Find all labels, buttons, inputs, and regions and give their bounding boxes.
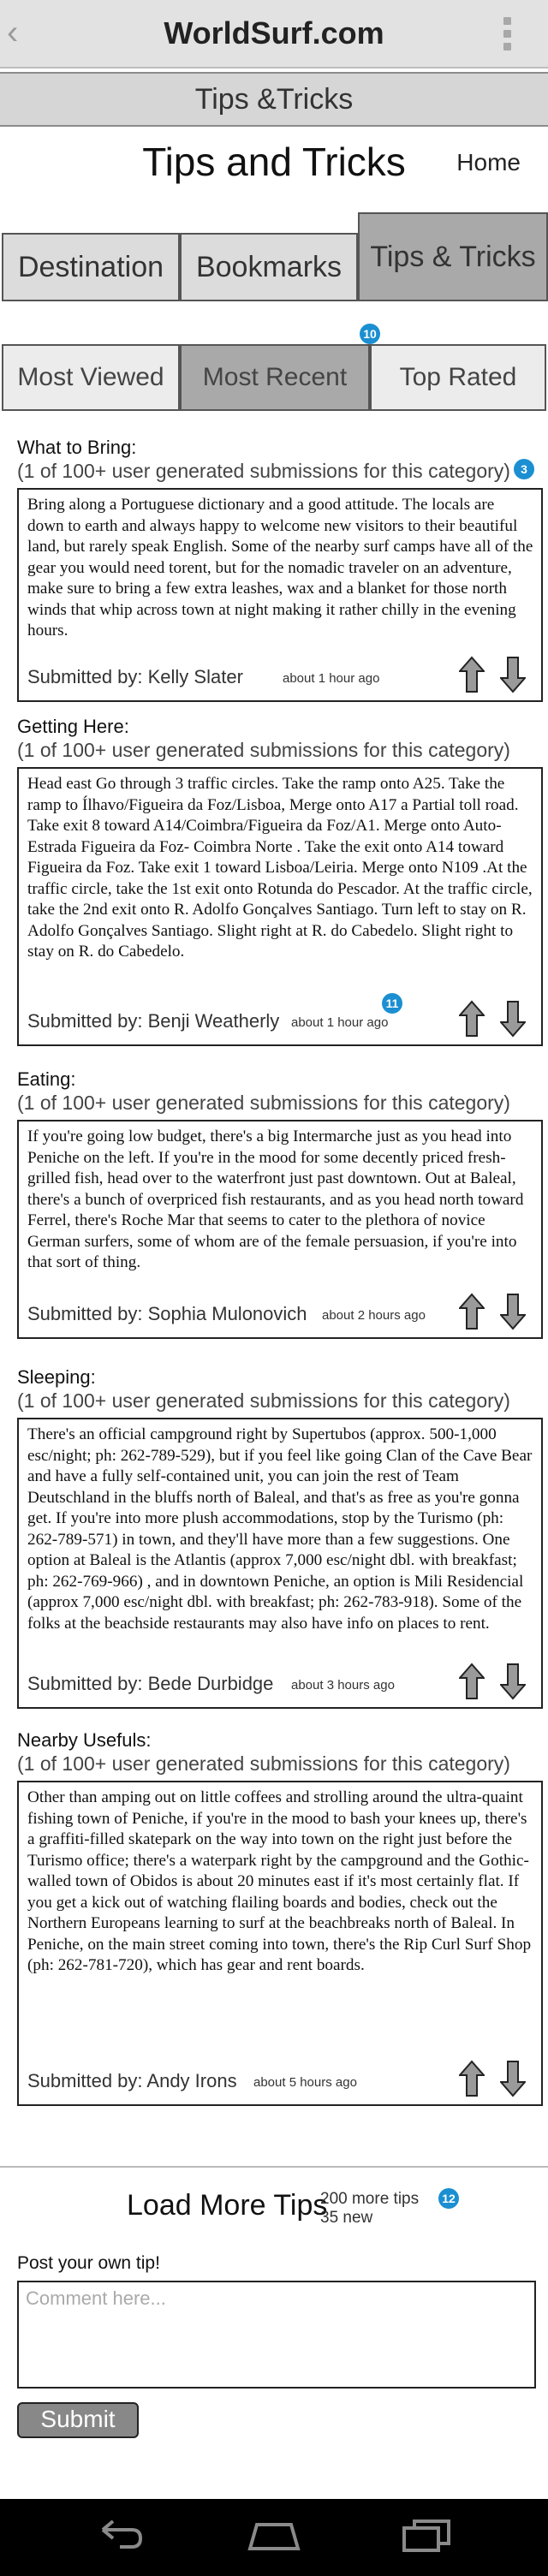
tab-most-recent[interactable]: Most Recent bbox=[180, 344, 370, 411]
section-subtitle: (1 of 100+ user generated submissions fo… bbox=[17, 739, 510, 761]
tip-section-getting-here: Getting Here: (1 of 100+ user generated … bbox=[17, 716, 543, 1050]
tip-card: Head east Go through 3 traffic circles. … bbox=[17, 767, 543, 1046]
timestamp: about 5 hours ago bbox=[253, 2075, 357, 2090]
tab-top-rated[interactable]: Top Rated bbox=[370, 344, 546, 411]
timestamp: about 1 hour ago bbox=[291, 1015, 389, 1030]
arrow-down-icon[interactable] bbox=[500, 2060, 526, 2097]
annotation-badge: 11 bbox=[382, 993, 402, 1014]
submitted-by: Submitted by: Kelly Slater bbox=[27, 666, 243, 687]
arrow-up-icon[interactable] bbox=[459, 1000, 485, 1038]
arrow-up-icon[interactable] bbox=[459, 656, 485, 693]
arrow-down-icon[interactable] bbox=[500, 1293, 526, 1330]
timestamp: about 3 hours ago bbox=[291, 1678, 395, 1693]
system-nav-bar bbox=[0, 2499, 548, 2576]
home-link[interactable]: Home bbox=[456, 149, 521, 176]
arrow-up-icon[interactable] bbox=[459, 2060, 485, 2097]
tip-section-nearby-usefuls: Nearby Usefuls: (1 of 100+ user generate… bbox=[17, 1729, 543, 2106]
comment-input[interactable] bbox=[17, 2281, 536, 2389]
submitted-by: Submitted by: Bede Durbidge bbox=[27, 1673, 274, 1694]
section-subtitle: (1 of 100+ user generated submissions fo… bbox=[17, 1752, 510, 1775]
section-title: Getting Here: bbox=[17, 716, 129, 737]
app-title: WorldSurf.com bbox=[164, 15, 384, 51]
tip-text: Head east Go through 3 traffic circles. … bbox=[27, 775, 533, 961]
tip-text: Other than amping out on little coffees … bbox=[27, 1788, 532, 1974]
overflow-menu-icon[interactable] bbox=[503, 17, 512, 51]
back-icon[interactable] bbox=[94, 2518, 146, 2556]
sort-tabs: Most Viewed Most Recent Top Rated bbox=[0, 344, 548, 411]
new-tips-count: 35 new bbox=[320, 2209, 373, 2227]
arrow-down-icon[interactable] bbox=[500, 1663, 526, 1700]
post-tip-label: Post your own tip! bbox=[17, 2253, 160, 2273]
arrow-down-icon[interactable] bbox=[500, 656, 526, 693]
submitted-by: Submitted by: Sophia Mulonovich bbox=[27, 1303, 307, 1324]
recent-apps-icon[interactable] bbox=[401, 2518, 452, 2556]
section-subtitle: (1 of 100+ user generated submissions fo… bbox=[17, 460, 510, 482]
tip-text: Bring along a Portuguese dictionary and … bbox=[27, 496, 533, 640]
load-more-button[interactable]: Load More Tips bbox=[127, 2189, 327, 2222]
home-icon[interactable] bbox=[247, 2518, 301, 2556]
more-tips-count: 200 more tips bbox=[320, 2190, 420, 2208]
tab-bookmarks[interactable]: Bookmarks bbox=[180, 233, 358, 301]
timestamp: about 1 hour ago bbox=[283, 671, 380, 686]
tip-section-sleeping: Sleeping: (1 of 100+ user generated subm… bbox=[17, 1366, 543, 1709]
tip-card: There's an official campground right by … bbox=[17, 1418, 543, 1709]
section-title: What to Bring: bbox=[17, 437, 137, 458]
section-subtitle: (1 of 100+ user generated submissions fo… bbox=[17, 1389, 510, 1412]
submit-button[interactable]: Submit bbox=[17, 2402, 139, 2438]
app-bar: ‹ WorldSurf.com bbox=[0, 0, 548, 68]
timestamp: about 2 hours ago bbox=[322, 1308, 426, 1323]
tip-section-what-to-bring: What to Bring: (1 of 100+ user generated… bbox=[17, 437, 543, 702]
annotation-badge: 3 bbox=[514, 459, 534, 479]
submitted-by: Submitted by: Benji Weatherly bbox=[27, 1010, 280, 1032]
tip-section-eating: Eating: (1 of 100+ user generated submis… bbox=[17, 1068, 543, 1342]
annotation-badge: 12 bbox=[438, 2188, 459, 2209]
section-title: Sleeping: bbox=[17, 1366, 96, 1388]
tip-text: If you're going low budget, there's a bi… bbox=[27, 1127, 524, 1271]
tab-destination[interactable]: Destination bbox=[2, 233, 180, 301]
subheader-title: Tips &Tricks bbox=[0, 72, 548, 127]
main-nav-tabs: Destination Bookmarks Tips & Tricks bbox=[0, 212, 548, 301]
submitted-by: Submitted by: Andy Irons bbox=[27, 2070, 237, 2091]
arrow-up-icon[interactable] bbox=[459, 1663, 485, 1700]
section-title: Nearby Usefuls: bbox=[17, 1729, 152, 1751]
tip-text: There's an official campground right by … bbox=[27, 1425, 533, 1633]
section-title: Eating: bbox=[17, 1068, 76, 1090]
tip-card: Other than amping out on little coffees … bbox=[17, 1781, 543, 2106]
section-subtitle: (1 of 100+ user generated submissions fo… bbox=[17, 1092, 510, 1114]
tip-card: Bring along a Portuguese dictionary and … bbox=[17, 488, 543, 702]
arrow-up-icon[interactable] bbox=[459, 1293, 485, 1330]
tab-most-viewed[interactable]: Most Viewed bbox=[2, 344, 180, 411]
annotation-badge: 10 bbox=[360, 324, 380, 344]
tab-tips-and-tricks[interactable]: Tips & Tricks bbox=[358, 212, 548, 301]
divider bbox=[0, 2166, 548, 2168]
arrow-down-icon[interactable] bbox=[500, 1000, 526, 1038]
load-more-count: 200 more tips 35 new bbox=[320, 2190, 419, 2228]
tip-card: If you're going low budget, there's a bi… bbox=[17, 1120, 543, 1339]
